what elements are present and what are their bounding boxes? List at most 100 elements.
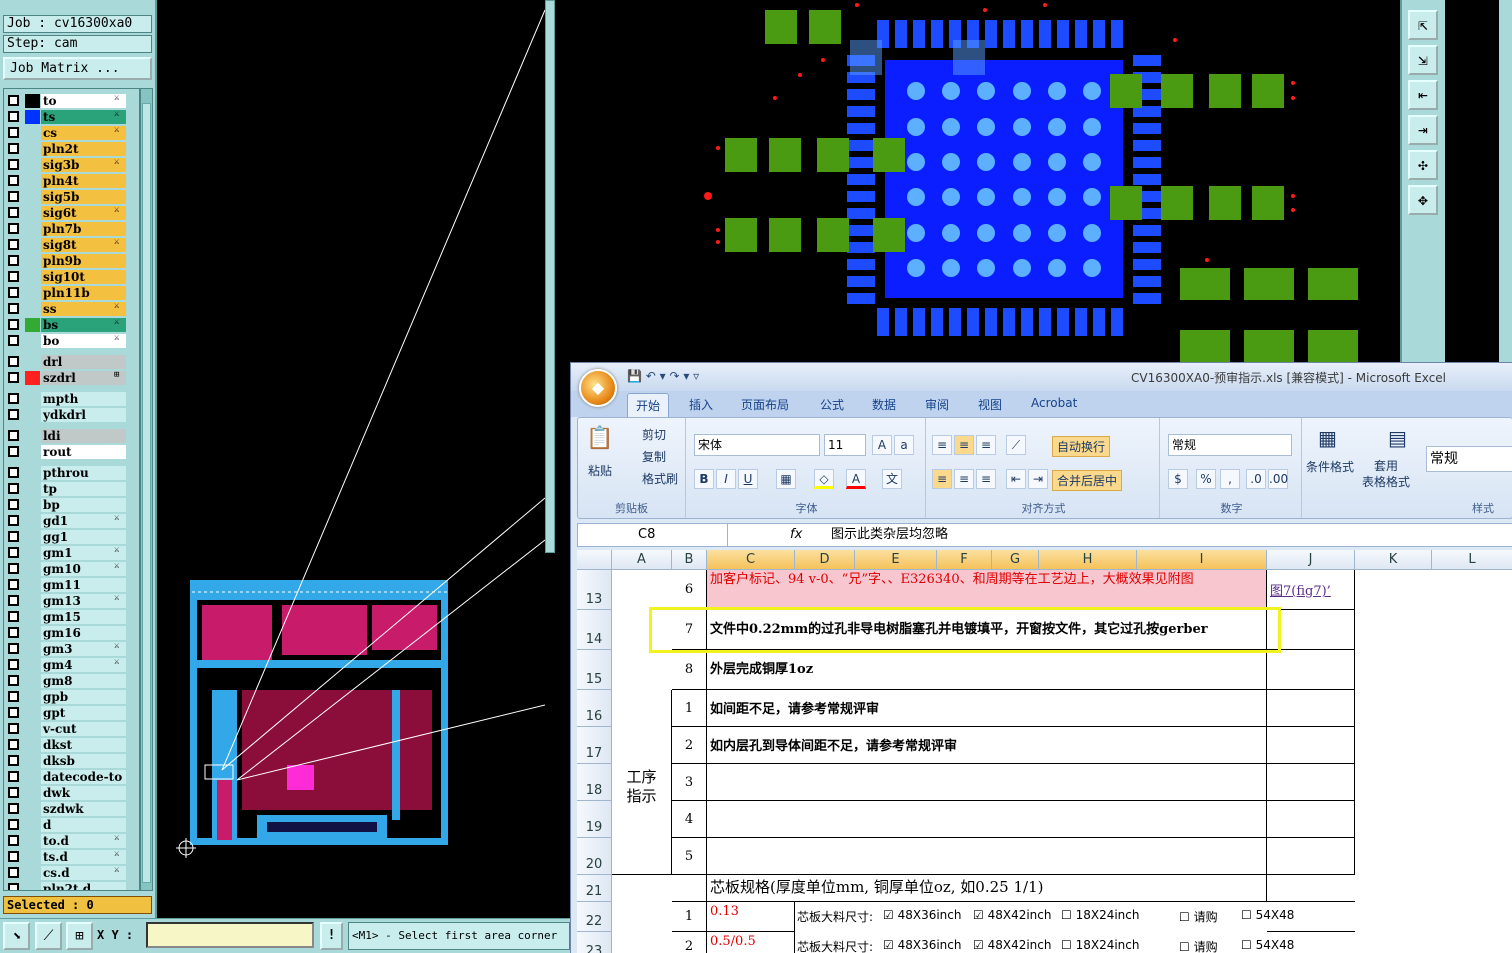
align-bottom-button[interactable]: ≡: [976, 435, 996, 455]
tab-view[interactable]: 视图: [978, 396, 1002, 413]
layer-checkbox[interactable]: [8, 356, 19, 367]
layer-swatch[interactable]: [25, 674, 40, 688]
format-as-table-icon[interactable]: ▤: [1388, 426, 1407, 450]
layer-checkbox[interactable]: [8, 723, 19, 734]
grow-font-button[interactable]: A: [872, 435, 892, 455]
layer-name[interactable]: mpth: [41, 392, 126, 406]
item-number-cell[interactable]: 1: [672, 902, 707, 932]
row-header[interactable]: 19: [577, 801, 612, 838]
decrease-indent-button[interactable]: ⇤: [1006, 469, 1026, 489]
layer-row[interactable]: szdrl ⊞: [4, 370, 139, 386]
checkbox-icon[interactable]: ☐: [1061, 908, 1076, 922]
layer-swatch[interactable]: [25, 642, 40, 656]
layer-swatch[interactable]: [25, 445, 40, 459]
grid-icon[interactable]: ⊞: [66, 922, 93, 950]
instruction-cell[interactable]: [707, 801, 1267, 838]
j-column-cell[interactable]: [1267, 764, 1355, 801]
instruction-cell[interactable]: 0.13: [707, 902, 795, 932]
core-size-checkbox[interactable]: ☐ 请购: [1179, 908, 1218, 925]
layer-name[interactable]: sig5b: [41, 190, 126, 204]
percent-button[interactable]: %: [1196, 469, 1216, 489]
checkbox-icon[interactable]: ☐: [1061, 938, 1076, 952]
j-column-cell[interactable]: [1267, 875, 1355, 902]
underline-button[interactable]: U: [738, 469, 758, 489]
layer-name[interactable]: gm11: [41, 578, 126, 592]
item-number-cell[interactable]: 8: [672, 650, 707, 690]
layer-row[interactable]: gm11: [4, 577, 139, 593]
layer-checkbox[interactable]: [8, 175, 19, 186]
layer-swatch[interactable]: [25, 158, 40, 172]
zoom-fit-icon[interactable]: ✣: [1408, 150, 1438, 180]
layer-swatch[interactable]: [25, 658, 40, 672]
paste-button[interactable]: 粘贴: [588, 462, 612, 479]
layer-row[interactable]: cs ⚔: [4, 125, 139, 141]
cell-style-box[interactable]: 常规: [1426, 446, 1512, 472]
layer-row[interactable]: sig10t: [4, 269, 139, 285]
layer-row[interactable]: szdwk: [4, 801, 139, 817]
layer-checkbox[interactable]: [8, 127, 19, 138]
layer-checkbox[interactable]: [8, 627, 19, 638]
pcb-overview-canvas[interactable]: [157, 0, 545, 918]
core-size-checkbox[interactable]: ☐ 54X48: [1241, 908, 1294, 922]
core-size-checkbox[interactable]: ☑ 48X42inch: [973, 938, 1051, 952]
tab-formulas[interactable]: 公式: [820, 396, 844, 413]
zoom-in-icon[interactable]: ⇲: [1408, 45, 1438, 75]
align-right-button[interactable]: ≡: [976, 469, 996, 489]
checkbox-icon[interactable]: ☐: [1241, 908, 1256, 922]
core-size-checkbox[interactable]: ☐ 请购: [1179, 938, 1218, 953]
layer-checkbox[interactable]: [8, 851, 19, 862]
merge-center-button[interactable]: 合并后居中: [1052, 470, 1123, 491]
layer-swatch[interactable]: [25, 754, 40, 768]
checkbox-icon[interactable]: ☑: [883, 938, 898, 952]
layer-swatch[interactable]: [25, 270, 40, 284]
row-header[interactable]: 13: [577, 570, 612, 610]
tab-data[interactable]: 数据: [872, 396, 896, 413]
row-header[interactable]: 23: [577, 932, 612, 953]
checkbox-icon[interactable]: ☑: [883, 908, 898, 922]
orientation-button[interactable]: ⟋: [1006, 435, 1026, 455]
layer-row[interactable]: ss ⚔: [4, 301, 139, 317]
item-number-cell[interactable]: 2: [672, 727, 707, 764]
instruction-cell[interactable]: 外层完成铜厚1oz: [707, 650, 1267, 690]
layer-row[interactable]: gpb: [4, 689, 139, 705]
section-label-cell[interactable]: 工序 指示: [612, 690, 672, 875]
layer-list-scrollbar[interactable]: [140, 88, 153, 891]
layer-swatch[interactable]: [25, 334, 40, 348]
layer-swatch[interactable]: [25, 206, 40, 220]
scrollbar-thumb[interactable]: [142, 103, 151, 883]
tab-review[interactable]: 审阅: [925, 396, 949, 413]
layer-row[interactable]: gm13 ⚔: [4, 593, 139, 609]
column-header[interactable]: F: [937, 550, 992, 570]
number-format-select[interactable]: 常规: [1168, 434, 1292, 456]
j-column-cell[interactable]: [1267, 690, 1355, 727]
j-column-cell[interactable]: [1267, 801, 1355, 838]
select-mode-icon[interactable]: ⬊: [3, 922, 30, 950]
layer-row[interactable]: sig6t ⚔: [4, 205, 139, 221]
core-size-checkbox[interactable]: ☐ 54X48: [1241, 938, 1294, 952]
increase-decimal-button[interactable]: .0: [1246, 469, 1266, 489]
column-header[interactable]: C: [707, 550, 795, 570]
layer-name[interactable]: pln9b: [41, 254, 126, 268]
layer-checkbox[interactable]: [8, 446, 19, 457]
layer-row[interactable]: to.d ⚔: [4, 833, 139, 849]
instruction-cell[interactable]: 加客户标记、94 v-0、“兄”字、、E326340、和周期等在工艺边上，大概效…: [707, 570, 1267, 610]
font-size-select[interactable]: 11: [824, 434, 866, 456]
pan-left-icon[interactable]: ⇤: [1408, 80, 1438, 110]
copy-button[interactable]: 复制: [642, 448, 666, 465]
instruction-cell[interactable]: 如内层孔到导体间距不足，请参考常规评审: [707, 727, 1267, 764]
layer-checkbox[interactable]: [8, 531, 19, 542]
layer-swatch[interactable]: [25, 738, 40, 752]
conditional-format-icon[interactable]: ▦: [1318, 426, 1337, 450]
layer-row[interactable]: gd1 ⚔: [4, 513, 139, 529]
layer-name[interactable]: rout: [41, 445, 126, 459]
layer-swatch[interactable]: [25, 174, 40, 188]
core-size-checkbox[interactable]: ☐ 18X24inch: [1061, 938, 1139, 952]
layer-row[interactable]: v-cut: [4, 721, 139, 737]
item-number-cell[interactable]: 1: [672, 690, 707, 727]
layer-row[interactable]: gm1 ⚔: [4, 545, 139, 561]
decrease-decimal-button[interactable]: .00: [1268, 469, 1288, 489]
layer-checkbox[interactable]: [8, 191, 19, 202]
layer-row[interactable]: ldi: [4, 428, 139, 444]
layer-row[interactable]: cs.d ⚔: [4, 865, 139, 881]
layer-name[interactable]: pln7b: [41, 222, 126, 236]
